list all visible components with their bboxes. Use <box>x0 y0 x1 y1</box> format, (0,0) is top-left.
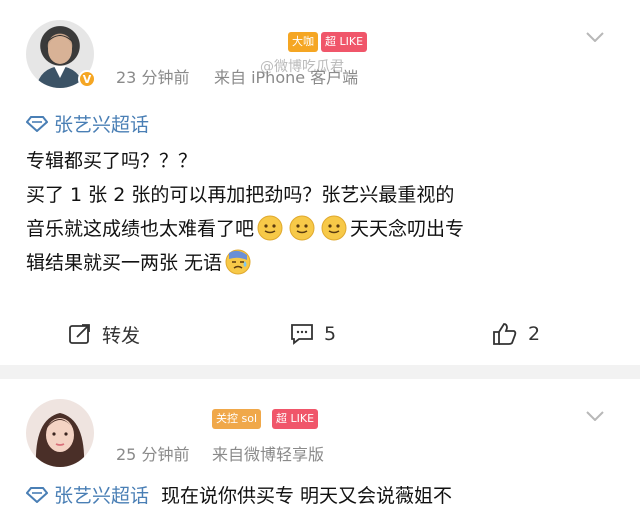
repost-label: 转发 <box>102 324 141 347</box>
comment-button[interactable]: 5 <box>290 314 336 354</box>
chevron-down-icon[interactable] <box>586 32 604 42</box>
post-card: V 大咖 超 LIKE @微博吃瓜君 23 分钟前 来自 iPhone 客户端 … <box>0 0 640 365</box>
chevron-down-icon[interactable] <box>586 411 604 421</box>
content-line: 专辑都买了吗？？？ <box>26 150 198 172</box>
content-preview: 现在说你供买专 明天又会说薇姐不 <box>161 485 453 507</box>
content-text: 音乐就这成绩也太难看了吧 <box>26 218 255 240</box>
post-content: 专辑都买了吗？？？ 买了 1 张 2 张的可以再加把劲吗？张艺兴最重视的 音乐就… <box>26 144 464 280</box>
smile-emoji-icon <box>257 215 283 241</box>
diamond-topic-icon <box>26 115 48 132</box>
post-card: 关控 sol 超 LIKE 25 分钟前 来自微博轻享版 张艺兴超话 现在说你供… <box>0 379 640 507</box>
like-icon <box>493 323 517 345</box>
smile-emoji-icon <box>321 215 347 241</box>
level-badge: 大咖 <box>288 32 318 52</box>
avatar-figure-icon <box>35 413 85 467</box>
content-text: 辑结果就买一两张 无语 <box>26 252 223 274</box>
post-divider <box>0 365 640 379</box>
like-badge: 超 LIKE <box>272 409 319 429</box>
post-time: 23 分钟前 <box>116 68 190 87</box>
smile-emoji-icon <box>289 215 315 241</box>
sweat-emoji-icon <box>225 249 251 275</box>
action-bar: 转发 5 2 <box>0 314 640 354</box>
verified-icon: V <box>78 70 96 88</box>
content-line: 辑结果就买一两张 无语 <box>26 246 464 280</box>
repost-icon <box>69 324 90 344</box>
topic-label: 张艺兴超话 <box>54 114 150 136</box>
like-badge: 超 LIKE <box>321 32 368 52</box>
topic-label: 张艺兴超话 <box>54 485 150 507</box>
like-count: 2 <box>528 323 541 345</box>
diamond-topic-icon <box>26 486 48 503</box>
content-text: 天天念叨出专 <box>350 218 465 240</box>
repost-button[interactable]: 转发 <box>68 314 140 354</box>
level-badge: 关控 sol <box>212 409 262 429</box>
post-time: 25 分钟前 <box>116 445 190 464</box>
content-line: 买了 1 张 2 张的可以再加把劲吗？张艺兴最重视的 <box>26 184 455 206</box>
avatar[interactable] <box>26 399 94 467</box>
content-line: 音乐就这成绩也太难看了吧 天天念叨出专 <box>26 212 464 246</box>
post-source: 来自微博轻享版 <box>212 445 325 464</box>
post-source: 来自 iPhone 客户端 <box>214 68 359 87</box>
like-button[interactable]: 2 <box>492 314 540 354</box>
topic-link[interactable]: 张艺兴超话 <box>26 110 149 137</box>
comment-count: 5 <box>324 323 337 345</box>
topic-link[interactable]: 张艺兴超话 现在说你供买专 明天又会说薇姐不 <box>26 481 452 508</box>
comment-icon <box>291 324 313 345</box>
